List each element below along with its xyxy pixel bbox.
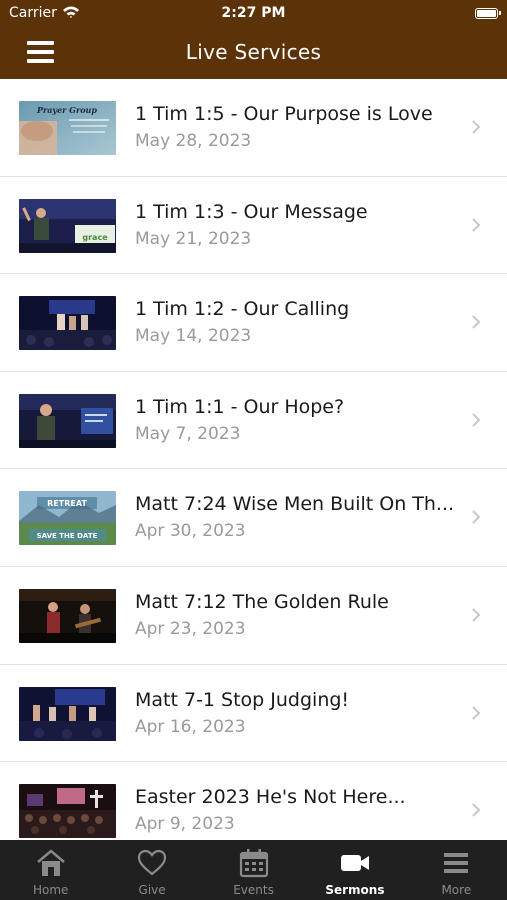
calendar-icon	[239, 849, 268, 878]
sermon-thumbnail	[19, 686, 116, 741]
chevron-right-icon	[472, 510, 481, 525]
sermon-row[interactable]: RETREAT SAVE THE DATE Matt 7:24 Wise Men…	[0, 469, 507, 567]
sermon-date: Apr 16, 2023	[135, 716, 246, 737]
sermon-date: May 28, 2023	[135, 131, 252, 151]
sermon-row[interactable]: grace 1 Tim 1:3 - Our Message May 21, 20…	[0, 177, 507, 275]
sermon-date: May 7, 2023	[135, 423, 241, 444]
thumbnail-caption: SAVE THE DATE	[37, 532, 98, 540]
sermon-title: 1 Tim 1:5 - Our Purpose is Love	[135, 103, 433, 125]
tab-label: Sermons	[325, 883, 385, 897]
chevron-right-icon	[472, 413, 481, 427]
heart-icon	[138, 849, 167, 876]
sermon-date: May 21, 2023	[135, 228, 252, 249]
sermon-thumbnail	[19, 784, 116, 839]
sermon-title: 1 Tim 1:2 - Our Calling	[135, 298, 350, 321]
sermon-thumbnail	[19, 588, 116, 643]
tab-sermons[interactable]: Sermons	[304, 840, 405, 900]
menu-icon	[444, 853, 469, 873]
tab-give[interactable]: Give	[101, 840, 202, 900]
tab-more[interactable]: More	[406, 840, 507, 900]
sermon-thumbnail	[19, 393, 116, 448]
chevron-right-icon	[472, 608, 481, 622]
chevron-right-icon	[472, 315, 481, 329]
sermon-date: Apr 9, 2023	[135, 814, 235, 835]
page-title: Live Services	[185, 40, 322, 64]
sermon-title: Easter 2023 He's Not Here...	[135, 786, 406, 809]
sermon-thumbnail: RETREAT SAVE THE DATE	[19, 491, 116, 546]
home-icon	[36, 849, 65, 876]
tab-label: Home	[32, 883, 69, 897]
chevron-right-icon	[472, 803, 481, 817]
sermon-date: May 14, 2023	[135, 326, 252, 347]
sermon-list[interactable]: Prayer Group 1 Tim 1:5 - Our Purpose is …	[0, 79, 507, 840]
tab-label: More	[441, 883, 472, 897]
sermon-title: Matt 7:24 Wise Men Built On Th...	[135, 493, 455, 516]
sermon-title: Matt 7:12 The Golden Rule	[135, 590, 389, 613]
navigation-header: Carrier 2:27 PM Live Services	[0, 0, 507, 79]
sermon-row[interactable]: Prayer Group 1 Tim 1:5 - Our Purpose is …	[0, 79, 507, 177]
thumbnail-caption: RETREAT	[47, 499, 87, 508]
sermon-thumbnail: grace	[19, 198, 116, 253]
status-bar: Carrier 2:27 PM	[0, 0, 507, 28]
clock: 2:27 PM	[221, 5, 286, 21]
sermon-row[interactable]: 1 Tim 1:2 - Our Calling May 14, 2023	[0, 274, 507, 372]
video-camera-icon	[340, 855, 369, 871]
svg-text:grace: grace	[82, 233, 108, 242]
sermon-row[interactable]: Easter 2023 He's Not Here... Apr 9, 2023	[0, 762, 507, 840]
sermon-thumbnail	[19, 296, 116, 351]
sermon-thumbnail: Prayer Group	[19, 101, 116, 155]
chevron-right-icon	[472, 120, 481, 134]
tab-home[interactable]: Home	[0, 840, 101, 900]
tab-events[interactable]: Events	[203, 840, 304, 900]
sermon-row[interactable]: Matt 7-1 Stop Judging! Apr 16, 2023	[0, 665, 507, 763]
tab-bar: Home Give Events Sermons More	[0, 840, 507, 900]
thumbnail-caption: Prayer Group	[36, 105, 97, 115]
sermon-title: 1 Tim 1:1 - Our Hope?	[135, 395, 345, 418]
tab-label: Events	[233, 883, 274, 897]
sermon-date: Apr 23, 2023	[135, 618, 246, 639]
sermon-title: 1 Tim 1:3 - Our Message	[135, 200, 368, 223]
chevron-right-icon	[472, 705, 481, 720]
sermon-date: Apr 30, 2023	[135, 521, 246, 542]
tab-label: Give	[138, 883, 166, 897]
battery-icon	[475, 8, 501, 19]
sermon-row[interactable]: Matt 7:12 The Golden Rule Apr 23, 2023	[0, 567, 507, 665]
sermon-title: Matt 7-1 Stop Judging!	[135, 688, 350, 711]
chevron-right-icon	[472, 217, 481, 232]
sermon-row[interactable]: 1 Tim 1:1 - Our Hope? May 7, 2023	[0, 372, 507, 470]
